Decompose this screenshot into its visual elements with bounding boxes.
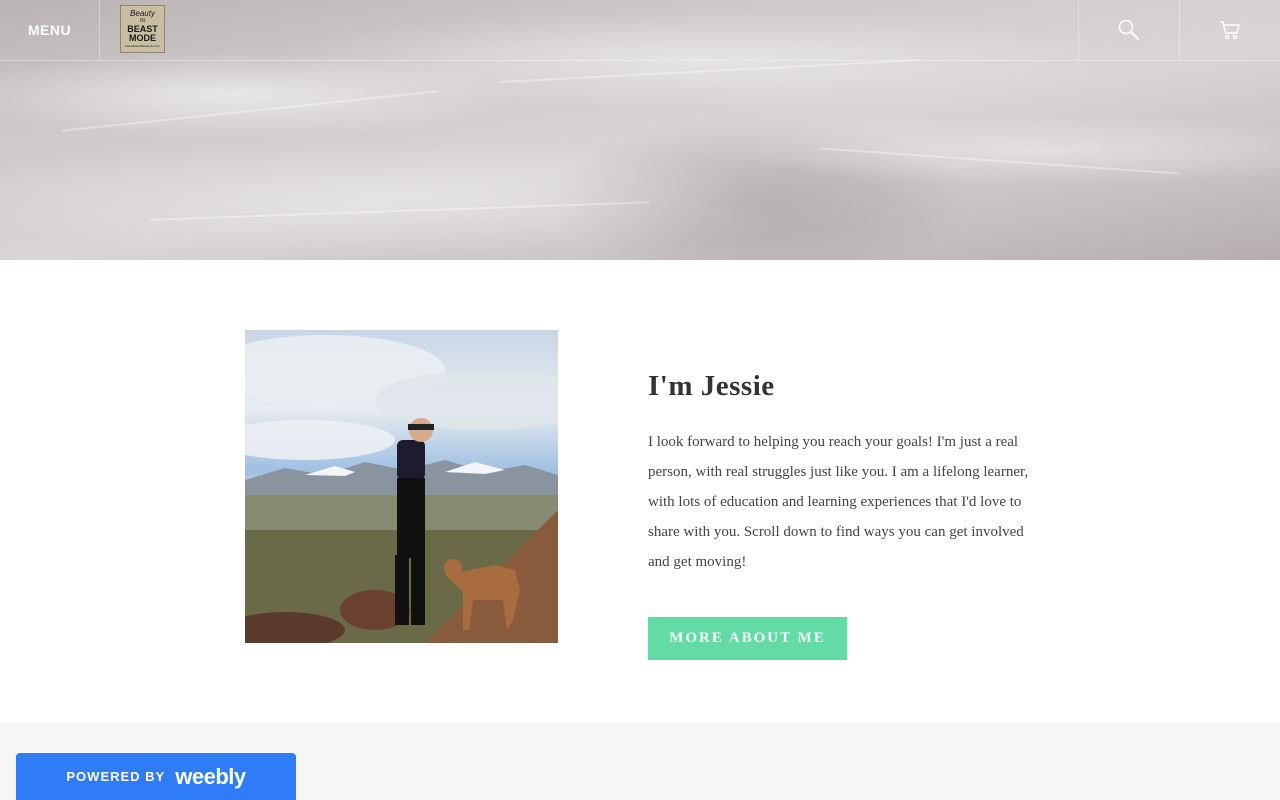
logo-text-line: Beauty <box>130 9 155 18</box>
powered-by-weebly-badge[interactable]: POWERED BY weebly <box>16 753 296 800</box>
more-about-me-button[interactable]: MORE ABOUT ME <box>648 617 847 660</box>
cloud-streak <box>150 201 650 221</box>
site-logo[interactable]: Beauty IN BEAST MODE www.BeautiBeastLife… <box>120 5 165 53</box>
about-heading: I'm Jessie <box>648 370 775 402</box>
search-button[interactable] <box>1078 0 1179 60</box>
cloud-streak <box>500 59 920 83</box>
cart-icon <box>1220 21 1240 40</box>
menu-button[interactable]: MENU <box>0 0 100 60</box>
search-icon <box>1118 19 1140 41</box>
top-navigation-bar: MENU Beauty IN BEAST MODE www.BeautiBeas… <box>0 0 1280 61</box>
cart-button[interactable] <box>1179 0 1280 60</box>
cloud-streak <box>60 90 440 132</box>
hero-banner: MENU Beauty IN BEAST MODE www.BeautiBeas… <box>0 0 1280 260</box>
cloud-streak <box>820 147 1180 175</box>
logo-text-line: www.BeautiBeastLife.com <box>125 44 160 48</box>
weebly-logo: weebly <box>175 763 246 789</box>
about-section: I'm Jessie I look forward to helping you… <box>0 260 1280 723</box>
profile-photo <box>245 330 558 643</box>
logo-text-line: MODE <box>129 33 156 43</box>
hiking-photo-illustration <box>245 335 558 643</box>
about-paragraph: I look forward to helping you reach your… <box>648 434 1029 570</box>
powered-by-label: POWERED BY <box>66 769 166 784</box>
